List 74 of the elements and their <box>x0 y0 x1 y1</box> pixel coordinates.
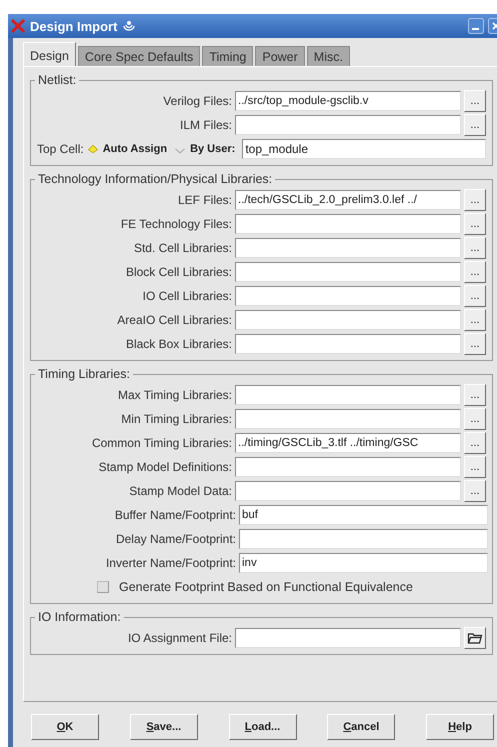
field-label: AreaIO Cell Libraries: <box>116 313 232 327</box>
dialog-button[interactable]: OK <box>31 714 99 740</box>
text-field[interactable] <box>235 115 461 135</box>
field-label: Black Box Libraries: <box>124 337 232 351</box>
field-label: Delay Name/Footprint: <box>114 532 236 546</box>
text-field[interactable] <box>235 310 461 330</box>
field-label: IO Cell Libraries: <box>142 289 232 303</box>
browse-button[interactable]: ... <box>464 432 486 454</box>
x-logo-icon <box>10 18 26 34</box>
group-title: IO Information: <box>37 610 122 624</box>
text-field[interactable]: ../src/top_module-gsclib.v <box>235 91 461 111</box>
group-title: Netlist: <box>37 73 78 87</box>
radio-option[interactable]: By User: <box>174 143 240 155</box>
text-field[interactable] <box>235 262 461 282</box>
field-label: Std. Cell Libraries: <box>132 241 232 255</box>
browse-button[interactable]: ... <box>464 90 486 112</box>
tab[interactable]: Timing <box>202 46 254 66</box>
field-label: Stamp Model Definitions: <box>98 460 232 474</box>
browse-button[interactable]: ... <box>464 309 486 331</box>
field-label: Min Timing Libraries: <box>120 412 232 426</box>
text-field[interactable]: ../timing/GSCLib_3.tlf ../timing/GSC <box>235 433 461 453</box>
field-label: ILM Files: <box>178 118 232 132</box>
dialog-button[interactable]: Cancel <box>327 714 396 740</box>
text-field[interactable] <box>235 409 461 429</box>
field-label: Common Timing Libraries: <box>90 436 232 450</box>
checkbox[interactable] <box>97 581 109 593</box>
field-label: IO Assignment File: <box>126 631 232 645</box>
checkbox-label: Generate Footprint Based on Functional Equivalence <box>119 580 413 594</box>
window-title: Design Import <box>30 18 118 34</box>
minimize-button[interactable] <box>468 18 484 34</box>
dialog-button[interactable]: Help <box>426 714 494 740</box>
browse-button[interactable]: ... <box>464 285 486 307</box>
group-title: Technology Information/Physical Libraries: <box>37 172 274 186</box>
browse-button[interactable]: ... <box>464 480 486 502</box>
tab[interactable]: Core Spec Defaults <box>78 46 200 66</box>
text-field[interactable]: ../tech/GSCLib_2.0_prelim3.0.lef ../ <box>235 190 461 210</box>
tab[interactable]: Design <box>23 42 76 66</box>
text-field[interactable] <box>235 481 461 501</box>
text-field[interactable] <box>235 334 461 354</box>
text-field[interactable]: top_module <box>242 139 486 159</box>
text-field[interactable] <box>235 238 461 258</box>
dialog-button[interactable]: Load... <box>228 714 296 740</box>
browse-button[interactable]: ... <box>464 384 486 406</box>
radio-option[interactable]: Auto Assign <box>86 143 172 155</box>
field-label: Buffer Name/Footprint: <box>114 508 236 522</box>
browse-button[interactable]: ... <box>464 114 486 136</box>
field-label: Stamp Model Data: <box>128 484 232 498</box>
text-field[interactable] <box>235 457 461 477</box>
browse-button[interactable]: ... <box>464 261 486 283</box>
field-label: Inverter Name/Footprint: <box>104 556 236 570</box>
field-label: Max Timing Libraries: <box>116 388 232 402</box>
text-field[interactable] <box>235 385 461 405</box>
field-label: FE Technology Files: <box>120 217 232 231</box>
field-label: LEF Files: <box>176 193 232 207</box>
text-field[interactable]: buf <box>239 505 488 525</box>
text-field[interactable] <box>239 529 488 549</box>
text-field[interactable] <box>235 286 461 306</box>
tab[interactable]: Misc. <box>306 46 350 66</box>
text-field[interactable]: inv <box>239 553 488 573</box>
dialog-button[interactable]: Save... <box>130 714 198 740</box>
browse-button[interactable]: ... <box>464 237 486 259</box>
browse-button[interactable]: ... <box>464 408 486 430</box>
browse-button[interactable]: ... <box>464 333 486 355</box>
browse-button[interactable]: ... <box>464 213 486 235</box>
field-label: Top Cell: <box>37 142 84 156</box>
browse-button[interactable]: ... <box>464 456 486 478</box>
field-label: Block Cell Libraries: <box>124 265 232 279</box>
folder-button[interactable] <box>464 627 486 649</box>
browse-button[interactable]: ... <box>464 189 486 211</box>
text-field[interactable] <box>235 628 461 648</box>
group-title: Timing Libraries: <box>37 367 131 381</box>
tab[interactable]: Power <box>255 46 305 66</box>
text-field[interactable] <box>235 214 461 234</box>
field-label: Verilog Files: <box>162 94 232 108</box>
